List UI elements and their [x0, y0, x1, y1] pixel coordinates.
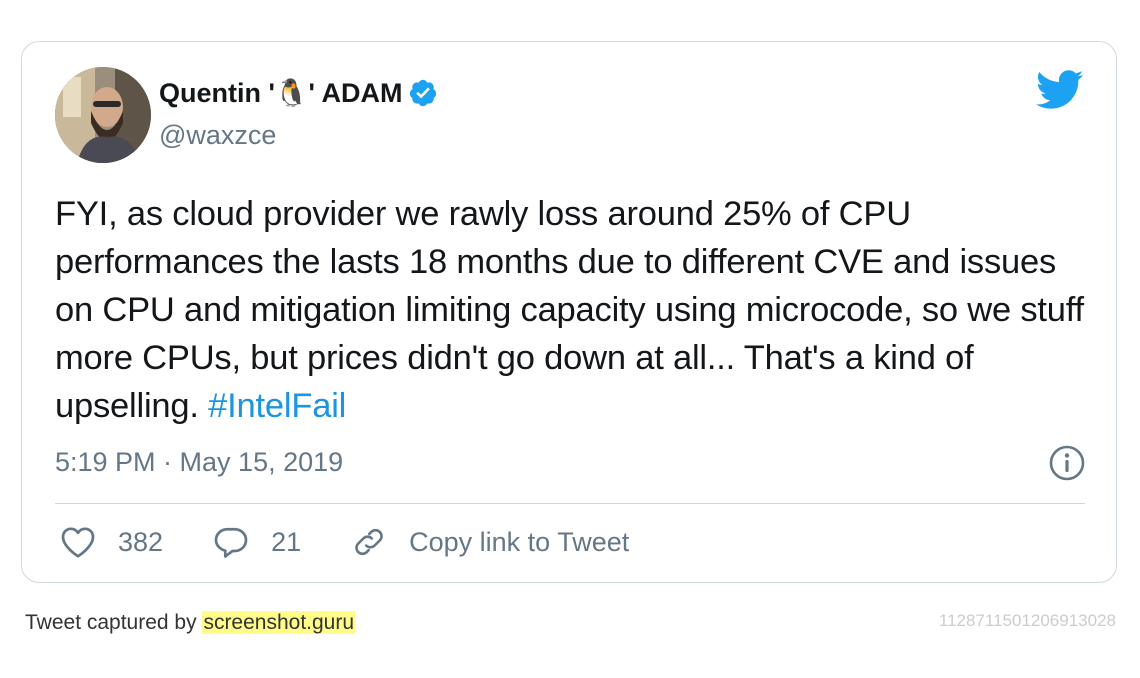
action-bar: 382 21 Copy link to Tweet [60, 525, 679, 559]
tweet-card: Quentin ' 🐧 ' ADAM @waxzce FYI, as cloud p… [21, 41, 1117, 583]
tweet-id: 1128711501206913028 [938, 611, 1116, 630]
copy-link-button[interactable]: Copy link to Tweet [351, 525, 629, 559]
tweet-timestamp[interactable]: 5:19 PM · May 15, 2019 [55, 447, 343, 478]
capture-credit-text: Tweet captured by [25, 611, 203, 634]
avatar[interactable] [55, 67, 151, 163]
tweet-text: FYI, as cloud provider we rawly loss aro… [55, 190, 1085, 430]
twitter-bird-icon[interactable] [1036, 70, 1084, 110]
divider [55, 503, 1085, 504]
author-display-name[interactable]: Quentin ' 🐧 ' ADAM [159, 77, 438, 109]
like-button[interactable]: 382 [60, 525, 163, 559]
copy-link-label: Copy link to Tweet [409, 526, 630, 557]
verified-badge-icon [408, 78, 438, 108]
penguin-emoji: 🐧 [274, 78, 309, 108]
reply-count: 21 [271, 526, 302, 557]
screenshot-guru-link[interactable]: screenshot.guru [202, 611, 356, 634]
author-name-prefix: Quentin ' [159, 77, 275, 108]
reply-button[interactable]: 21 [213, 525, 301, 559]
page: Quentin ' 🐧 ' ADAM @waxzce FYI, as cloud p… [0, 0, 1140, 678]
author-handle[interactable]: @waxzce [159, 120, 276, 151]
reply-icon [214, 527, 248, 558]
link-icon [355, 528, 383, 556]
author-name-suffix: ' ADAM [308, 77, 403, 108]
hashtag-link[interactable]: #IntelFail [208, 387, 346, 425]
like-count: 382 [118, 526, 164, 557]
info-icon[interactable] [1048, 444, 1086, 482]
heart-icon [61, 527, 95, 558]
capture-credit: Tweet captured by screenshot.guru [25, 611, 356, 635]
